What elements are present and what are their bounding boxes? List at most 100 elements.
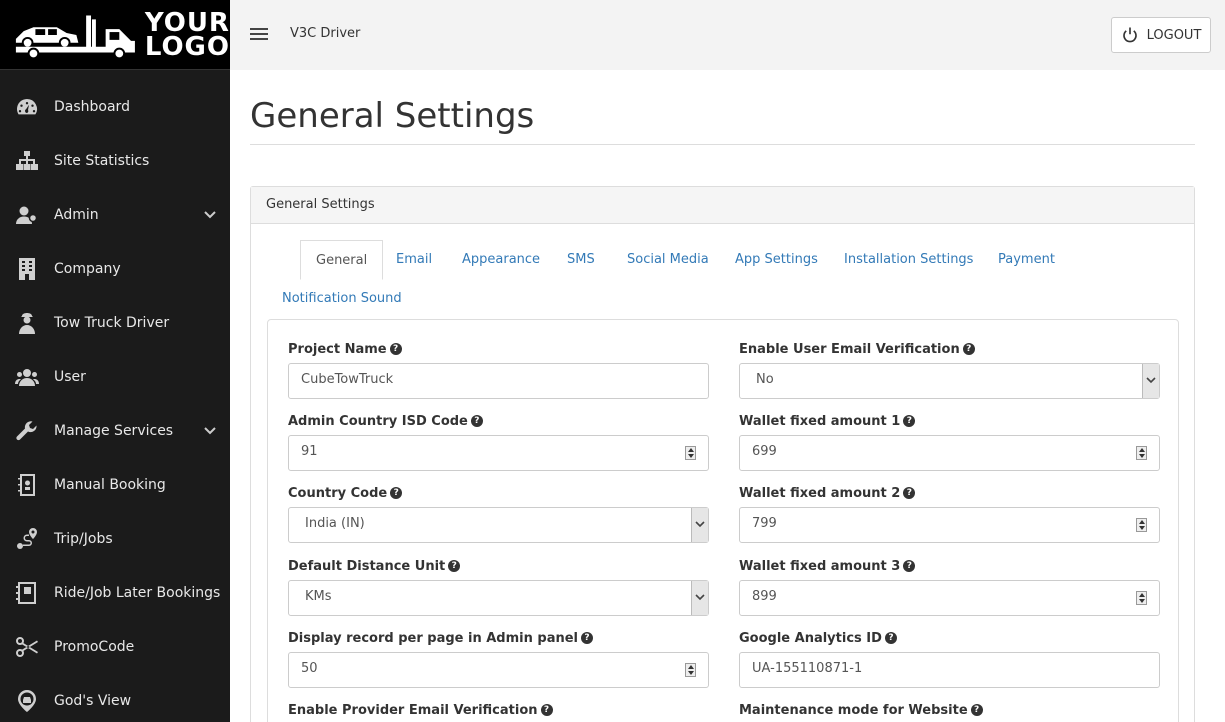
- help-icon[interactable]: ?: [448, 560, 461, 572]
- tab-app-settings[interactable]: App Settings: [735, 252, 818, 267]
- help-icon[interactable]: ?: [470, 415, 483, 427]
- sidebar-item-label: Company: [54, 261, 121, 277]
- wallet3-field: Wallet fixed amount 3? 899: [739, 557, 1160, 616]
- help-icon[interactable]: ?: [903, 415, 916, 427]
- users-icon: [14, 364, 40, 390]
- sidebar-item-admin[interactable]: Admin: [0, 188, 230, 242]
- help-icon[interactable]: ?: [389, 343, 402, 355]
- distance-unit-field: Default Distance Unit? KMs: [288, 557, 709, 616]
- maintenance-mode-field: Maintenance mode for Website?: [739, 701, 1160, 719]
- tab-sms[interactable]: SMS: [567, 252, 595, 267]
- sidebar-item-manage-services[interactable]: Manage Services: [0, 404, 230, 458]
- sidebar-item-company[interactable]: Company: [0, 242, 230, 296]
- number-spinner-icon[interactable]: [1136, 518, 1147, 532]
- scissors-icon: [14, 634, 40, 660]
- sidebar-item-label: Admin: [54, 207, 99, 223]
- main-content: General Settings General Settings Genera…: [230, 70, 1225, 722]
- tab-general[interactable]: General: [300, 240, 384, 280]
- panel-heading: General Settings: [251, 187, 1194, 224]
- label-text: Enable Provider Email Verification: [288, 702, 538, 718]
- logo[interactable]: YOUR LOGO: [0, 0, 230, 70]
- logo-line1: YOUR: [144, 7, 230, 38]
- isd-code-input[interactable]: 91: [288, 435, 709, 471]
- sidebar-item-site-statistics[interactable]: Site Statistics: [0, 134, 230, 188]
- help-icon[interactable]: ?: [884, 632, 897, 644]
- sidebar-item-trip-jobs[interactable]: Trip/Jobs: [0, 512, 230, 566]
- chevron-down-icon[interactable]: [204, 425, 216, 435]
- input-value: 699: [752, 444, 777, 459]
- wallet3-label: Wallet fixed amount 3?: [739, 557, 1160, 575]
- tab-appearance[interactable]: Appearance: [462, 252, 540, 267]
- email-verification-label: Enable User Email Verification?: [739, 340, 1160, 358]
- input-value: 799: [752, 516, 777, 531]
- project-name-input[interactable]: CubeTowTruck: [288, 363, 709, 399]
- provider-email-verification-label: Enable Provider Email Verification?: [288, 701, 709, 719]
- wallet3-input[interactable]: 899: [739, 580, 1160, 616]
- tab-email[interactable]: Email: [396, 252, 432, 267]
- number-spinner-icon[interactable]: [1136, 446, 1147, 460]
- number-spinner-icon[interactable]: [685, 663, 696, 677]
- label-text: Wallet fixed amount 3: [739, 558, 901, 574]
- label-text: Google Analytics ID: [739, 630, 882, 646]
- hamburger-menu-icon[interactable]: [250, 28, 268, 40]
- input-value: 899: [752, 589, 777, 604]
- map-pin-car-icon: [14, 688, 40, 714]
- building-icon: [14, 256, 40, 282]
- calendar-book-icon: [14, 580, 40, 606]
- email-verification-select[interactable]: No: [739, 363, 1160, 399]
- driver-icon: [14, 310, 40, 336]
- help-icon[interactable]: ?: [962, 343, 975, 355]
- tab-payment[interactable]: Payment: [998, 252, 1055, 267]
- settings-form: Project Name? CubeTowTruck Enable User E…: [267, 319, 1179, 722]
- wallet1-label: Wallet fixed amount 1?: [739, 412, 1160, 430]
- analytics-id-input[interactable]: UA-155110871-1: [739, 652, 1160, 688]
- records-per-page-input[interactable]: 50: [288, 652, 709, 688]
- chevron-down-icon[interactable]: [204, 209, 216, 219]
- logout-button[interactable]: LOGOUT: [1111, 17, 1211, 53]
- number-spinner-icon[interactable]: [1136, 591, 1147, 605]
- number-spinner-icon[interactable]: [685, 446, 696, 460]
- country-code-select[interactable]: India (IN): [288, 507, 709, 543]
- analytics-id-field: Google Analytics ID? UA-155110871-1: [739, 629, 1160, 688]
- sidebar-item-promocode[interactable]: PromoCode: [0, 620, 230, 674]
- isd-code-field: Admin Country ISD Code? 91: [288, 412, 709, 471]
- sidebar-item-label: Dashboard: [54, 99, 130, 115]
- sidebar-item-dashboard[interactable]: Dashboard: [0, 80, 230, 134]
- project-name-field: Project Name? CubeTowTruck: [288, 340, 709, 399]
- input-value: 50: [301, 661, 318, 676]
- sidebar-item-ride-job-later-bookings[interactable]: Ride/Job Later Bookings: [0, 566, 230, 620]
- help-icon[interactable]: ?: [390, 487, 403, 499]
- help-icon[interactable]: ?: [903, 487, 916, 499]
- sidebar-item-label: User: [54, 369, 86, 385]
- sidebar-item-label: God's View: [54, 693, 132, 709]
- help-icon[interactable]: ?: [540, 704, 553, 716]
- power-icon: [1122, 27, 1137, 43]
- sidebar-item-tow-truck-driver[interactable]: Tow Truck Driver: [0, 296, 230, 350]
- provider-email-verification-field: Enable Provider Email Verification?: [288, 701, 709, 719]
- logo-text: YOUR LOGO: [144, 7, 230, 60]
- help-icon[interactable]: ?: [903, 560, 916, 572]
- help-icon[interactable]: ?: [581, 632, 594, 644]
- sidebar-item-gods-view[interactable]: God's View: [0, 674, 230, 722]
- select-value: KMs: [305, 589, 332, 604]
- sidebar-item-user[interactable]: User: [0, 350, 230, 404]
- tab-social-media[interactable]: Social Media: [627, 252, 709, 267]
- wallet1-input[interactable]: 699: [739, 435, 1160, 471]
- sidebar-item-manual-booking[interactable]: Manual Booking: [0, 458, 230, 512]
- help-icon[interactable]: ?: [970, 704, 983, 716]
- sidebar-item-label: Tow Truck Driver: [54, 315, 170, 331]
- top-bar: V3C Driver LOGOUT: [230, 0, 1225, 70]
- notebook-icon: [14, 472, 40, 498]
- sidebar-item-label: Ride/Job Later Bookings: [54, 585, 221, 601]
- tab-installation-settings[interactable]: Installation Settings: [844, 252, 973, 267]
- wallet2-input[interactable]: 799: [739, 507, 1160, 543]
- isd-code-label: Admin Country ISD Code?: [288, 412, 709, 430]
- label-text: Country Code: [288, 485, 388, 501]
- settings-panel: General Settings General Email Appearanc…: [250, 186, 1195, 722]
- route-icon: [14, 526, 40, 552]
- label-text: Wallet fixed amount 1: [739, 413, 901, 429]
- records-per-page-label: Display record per page in Admin panel?: [288, 629, 709, 647]
- tab-notification-sound[interactable]: Notification Sound: [282, 291, 402, 306]
- label-text: Wallet fixed amount 2: [739, 485, 901, 501]
- distance-unit-select[interactable]: KMs: [288, 580, 709, 616]
